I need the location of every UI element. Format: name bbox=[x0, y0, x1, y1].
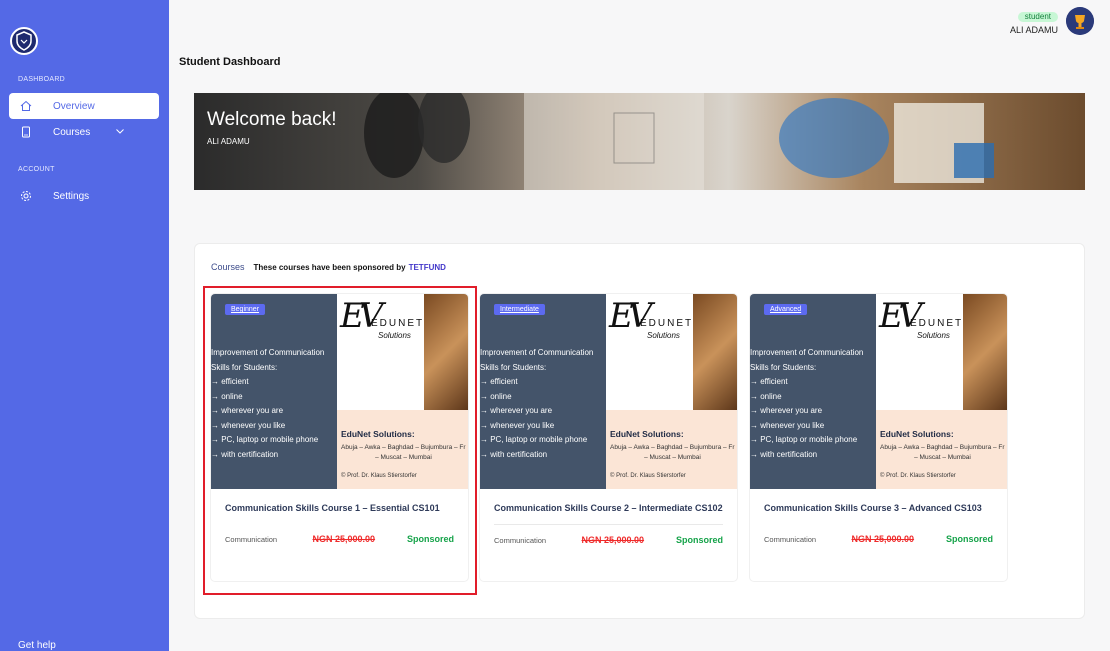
shield-icon bbox=[16, 31, 32, 51]
user-menu[interactable]: student ALI ADAMU bbox=[1010, 6, 1094, 35]
welcome-heading: Welcome back! bbox=[207, 109, 337, 130]
course-category: Communication bbox=[764, 535, 817, 544]
sidebar-item-label: Settings bbox=[53, 190, 90, 202]
book-icon bbox=[19, 125, 33, 139]
thumbnail-line: → online bbox=[480, 391, 512, 401]
card-divider bbox=[494, 524, 723, 525]
logo-sub: Solutions bbox=[917, 331, 950, 340]
edunet-logo: EV EDUNET Solutions bbox=[876, 294, 964, 410]
get-help-link[interactable]: Get help bbox=[18, 640, 56, 651]
thumbnail-line: → PC, laptop or mobile phone bbox=[480, 435, 588, 444]
thumbnail-line: Improvement of Communication bbox=[480, 348, 594, 357]
sponsor-text: These courses have been sponsored by bbox=[253, 262, 406, 272]
sponsored-label: Sponsored bbox=[675, 535, 723, 545]
course-title[interactable]: Communication Skills Course 3 – Advanced… bbox=[764, 501, 993, 516]
edunet-cities: Abuja – Awka – Baghdad – Bujumbura – Fr … bbox=[880, 444, 1005, 461]
course-title[interactable]: Communication Skills Course 2 – Intermed… bbox=[494, 501, 723, 516]
logo-word: EDUNET bbox=[640, 318, 694, 329]
thumbnail-line: → whenever you like bbox=[480, 420, 555, 430]
thumbnail-line: → whenever you like bbox=[750, 420, 825, 430]
edunet-logo: EV EDUNET Solutions bbox=[606, 294, 694, 410]
courses-panel-title: Courses bbox=[211, 262, 245, 272]
banner-user-name: ALI ADAMU bbox=[207, 137, 250, 146]
edunet-title: EduNet Solutions: bbox=[610, 429, 684, 439]
thumbnail-photo bbox=[963, 294, 1007, 410]
banner-background-image bbox=[364, 93, 994, 190]
page-title: Student Dashboard bbox=[179, 56, 281, 68]
course-card[interactable]: Improvement of Communication Skills for … bbox=[479, 293, 738, 582]
sidebar-item-settings[interactable]: Settings bbox=[9, 183, 159, 209]
level-badge[interactable]: Advanced bbox=[764, 304, 808, 315]
logo-sub: Solutions bbox=[647, 331, 680, 340]
sidebar-item-label: Overview bbox=[53, 100, 95, 112]
sponsor-name: TETFUND bbox=[408, 262, 446, 272]
course-thumbnail[interactable]: Improvement of Communication Skills for … bbox=[750, 294, 1007, 489]
section-label-dashboard: DASHBOARD bbox=[18, 76, 66, 83]
thumbnail-photo bbox=[693, 294, 737, 410]
thumbnail-line: Skills for Students: bbox=[750, 362, 817, 372]
thumbnail-line: → efficient bbox=[750, 377, 788, 386]
thumbnail-line: Skills for Students: bbox=[480, 362, 547, 372]
course-category: Communication bbox=[494, 536, 547, 545]
gear-icon bbox=[19, 189, 33, 203]
edunet-author: © Prof. Dr. Klaus Stierstorfer bbox=[610, 473, 686, 479]
course-price: NGN 25,000.00 bbox=[581, 535, 645, 545]
thumbnail-line: → wherever you are bbox=[480, 406, 553, 415]
thumbnail-line: → with certification bbox=[480, 449, 548, 459]
sidebar-item-label: Courses bbox=[53, 126, 91, 138]
edunet-title: EduNet Solutions: bbox=[880, 429, 954, 439]
course-thumbnail[interactable]: Improvement of Communication Skills for … bbox=[480, 294, 737, 489]
edunet-author: © Prof. Dr. Klaus Stierstorfer bbox=[880, 473, 956, 479]
user-name: ALI ADAMU bbox=[1009, 25, 1058, 35]
thumbnail-line: → PC, laptop or mobile phone bbox=[750, 435, 858, 444]
sidebar-item-courses[interactable]: Courses bbox=[9, 119, 159, 145]
role-badge: student bbox=[1017, 12, 1058, 22]
welcome-banner: Welcome back! ALI ADAMU bbox=[194, 93, 1085, 190]
course-price: NGN 25,000.00 bbox=[851, 534, 915, 544]
section-label-account: ACCOUNT bbox=[18, 166, 55, 173]
edunet-cities: Abuja – Awka – Baghdad – Bujumbura – Fr … bbox=[610, 444, 735, 461]
sponsored-label: Sponsored bbox=[945, 534, 993, 544]
thumbnail-line: → online bbox=[750, 391, 782, 401]
thumbnail-line: → wherever you are bbox=[750, 406, 823, 415]
chevron-down-icon[interactable] bbox=[115, 126, 125, 139]
sidebar-item-overview[interactable]: Overview bbox=[9, 93, 159, 119]
avatar[interactable] bbox=[1066, 6, 1094, 35]
logo-word: EDUNET bbox=[910, 318, 964, 329]
school-logo-icon[interactable] bbox=[10, 27, 38, 55]
level-badge[interactable]: Intermediate bbox=[494, 304, 545, 315]
sidebar: DASHBOARD Overview Courses ACCOUNT Setti… bbox=[0, 0, 169, 651]
thumbnail-line: → efficient bbox=[480, 377, 518, 386]
course-card[interactable]: Improvement of Communication Skills for … bbox=[749, 293, 1008, 582]
home-icon bbox=[19, 99, 33, 113]
thumbnail-line: → with certification bbox=[750, 449, 818, 459]
thumbnail-line: Improvement of Communication bbox=[750, 348, 864, 357]
selection-highlight bbox=[203, 286, 477, 595]
trophy-avatar-icon bbox=[1066, 6, 1094, 35]
courses-panel-header: Courses These courses have been sponsore… bbox=[211, 262, 446, 272]
